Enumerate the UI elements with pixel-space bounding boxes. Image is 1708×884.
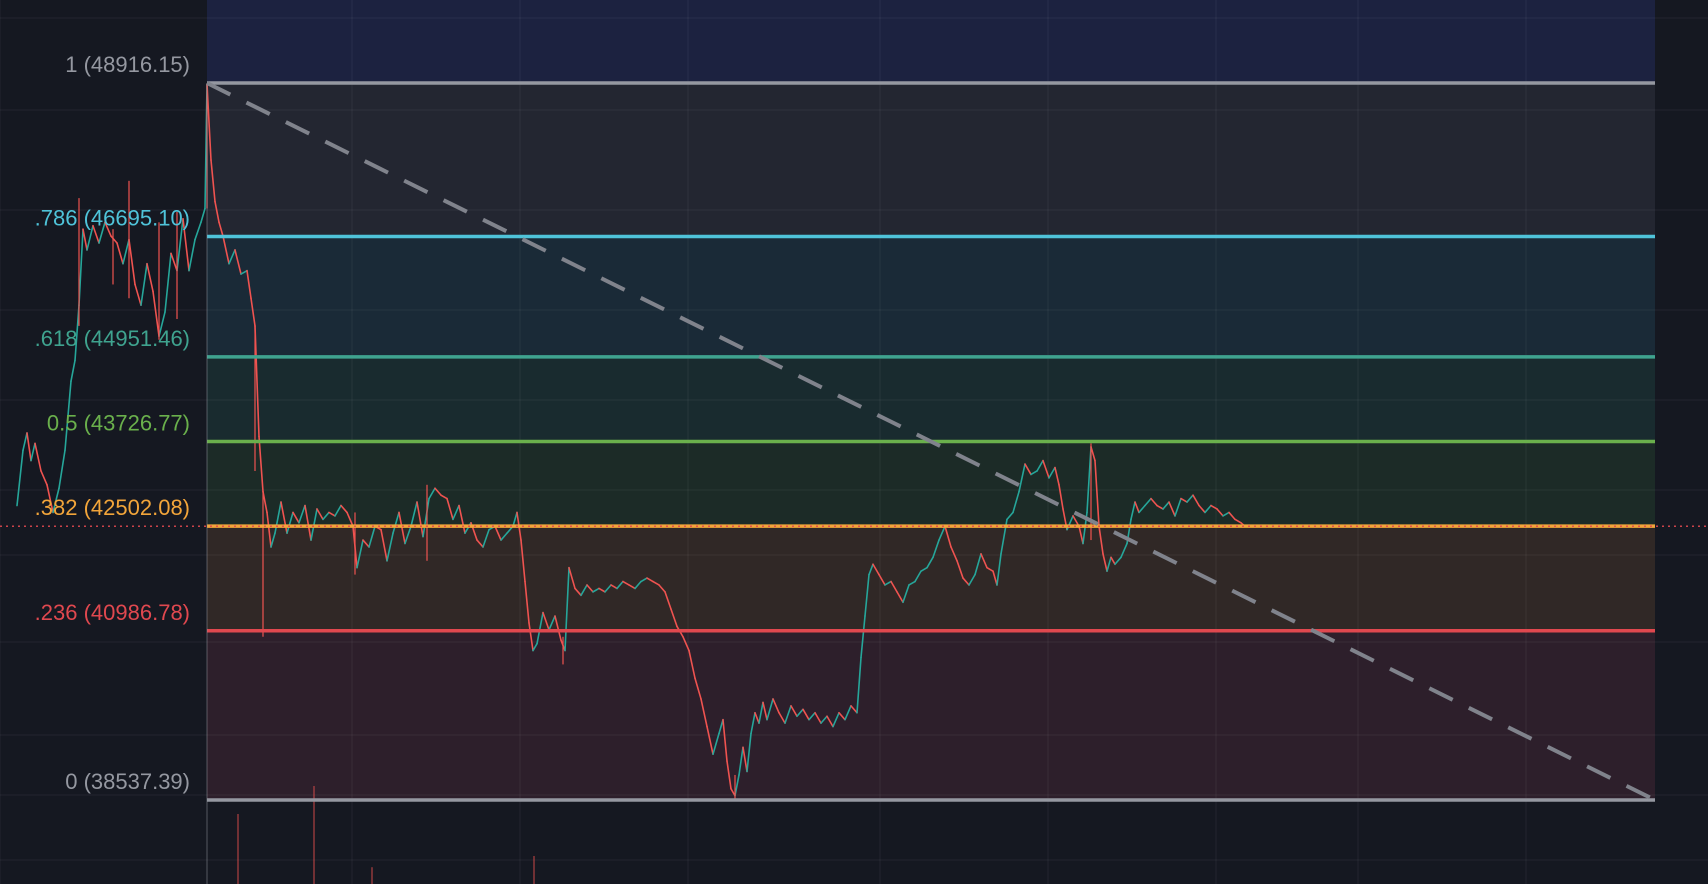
price-segment bbox=[200, 207, 206, 224]
chart[interactable]: 1 (48916.15) .786 (46695.10) .618 (44951.4… bbox=[0, 0, 1708, 884]
price-segment bbox=[122, 238, 130, 265]
fib-label-0.5: 0.5 (43726.77) bbox=[47, 411, 190, 436]
fib-label-0.618: .618 (44951.46) bbox=[35, 326, 190, 351]
price-segment bbox=[170, 252, 178, 272]
price-segment bbox=[146, 262, 154, 293]
fib-zone-above-1 bbox=[207, 0, 1655, 83]
fib-label-0: 0 (38537.39) bbox=[65, 769, 190, 794]
price-segment bbox=[140, 262, 148, 306]
fib-zone-0.5 bbox=[207, 356, 1655, 442]
price-segment bbox=[26, 432, 32, 462]
price-segment bbox=[188, 238, 196, 272]
price-segment bbox=[164, 252, 172, 313]
fib-label-1: 1 (48916.15) bbox=[65, 52, 190, 77]
price-segment bbox=[34, 442, 42, 472]
price-segment bbox=[128, 238, 136, 286]
price-segment bbox=[70, 359, 76, 382]
price-segment bbox=[58, 449, 66, 490]
fib-label-0.382: .382 (42502.08) bbox=[35, 495, 190, 520]
price-segment bbox=[30, 442, 36, 462]
price-segment bbox=[16, 449, 24, 507]
fib-zone-0.786 bbox=[207, 83, 1655, 237]
price-segment bbox=[22, 432, 28, 452]
price-segment bbox=[110, 235, 118, 244]
fib-labels: 1 (48916.15) .786 (46695.10) .618 (44951.4… bbox=[35, 52, 190, 794]
fib-zone-0.236 bbox=[207, 526, 1655, 631]
fib-label-0.236: .236 (40986.78) bbox=[35, 600, 190, 625]
price-segment bbox=[40, 470, 48, 486]
price-segment bbox=[82, 228, 88, 251]
fib-label-0.786: .786 (46695.10) bbox=[35, 205, 190, 230]
price-segment bbox=[116, 242, 124, 265]
fib-zone-0.618 bbox=[207, 236, 1655, 357]
chart-canvas[interactable]: 1 (48916.15) .786 (46695.10) .618 (44951.4… bbox=[0, 0, 1708, 884]
price-segment bbox=[194, 221, 202, 241]
fib-zone-0 bbox=[207, 630, 1655, 800]
price-segment bbox=[134, 283, 142, 306]
fib-zone-0.382 bbox=[207, 441, 1655, 527]
